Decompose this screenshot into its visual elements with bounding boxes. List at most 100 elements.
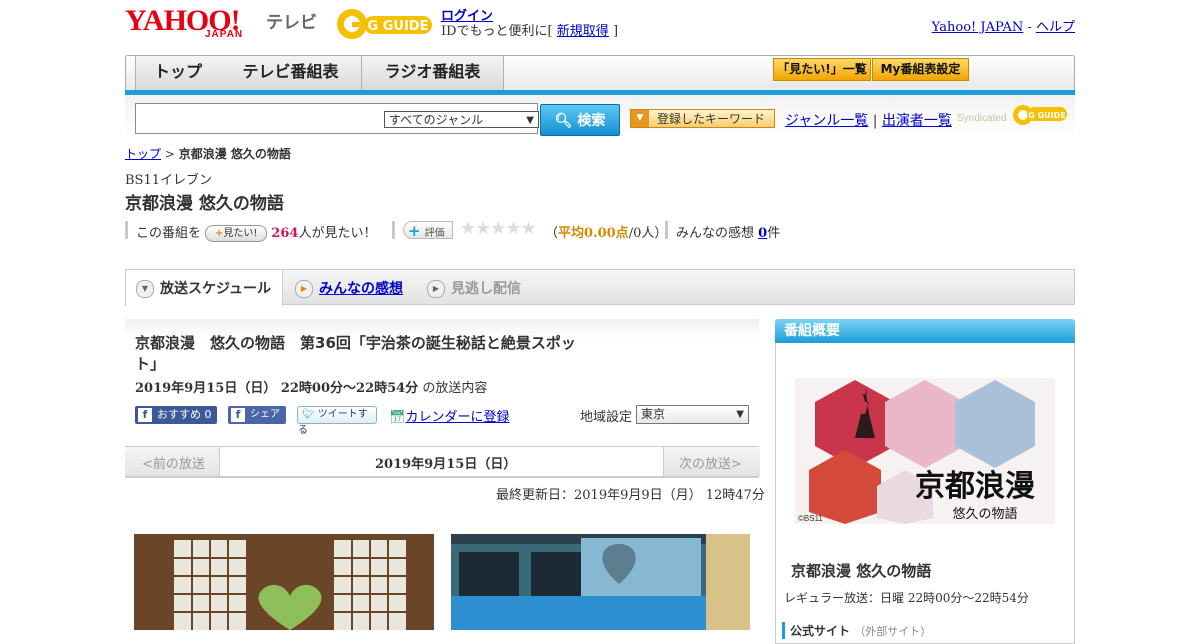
calendar-link-wrap: 📅︎カレンダーに登録 <box>389 406 510 425</box>
facebook-icon: f <box>138 408 152 422</box>
plus-icon: + <box>408 222 421 240</box>
rating-stars[interactable]: ★★★★★ <box>460 218 537 239</box>
twitter-bird-icon: 🐦︎ <box>302 409 315 420</box>
search-links-sep: | <box>872 113 878 129</box>
my-schedule-button[interactable]: My番組表設定 <box>872 58 969 81</box>
channel-name: BS11イレブン <box>125 173 213 188</box>
want-prefix: この番組を <box>136 226 202 241</box>
syndicated-text: Syndicated <box>957 113 1006 124</box>
fb-share-label: シェア <box>250 409 280 420</box>
tab-impressions[interactable]: ▶ みんなの感想 <box>295 278 403 298</box>
search-button-label: 検索 <box>577 113 606 129</box>
facebook-recommend-button[interactable]: f おすすめ 0 <box>135 406 217 424</box>
program-key-visual: 京都浪漫 悠久の物語 ©BS11 <box>795 378 1055 524</box>
header-links: Yahoo! JAPAN - ヘルプ <box>932 16 1075 35</box>
register-link[interactable]: 新規取得 <box>557 24 609 39</box>
chevron-down-icon: ▼ <box>736 409 744 420</box>
episode-datetime: 2019年9月15日（日） 22時00分～22時54分 の放送内容 <box>135 377 487 396</box>
triangle-down-icon: ▼ <box>631 110 649 127</box>
want-stats: この番組を +見たい! 264人が見たい！ <box>136 222 376 242</box>
rating-average: （平均0.00点/0人） <box>545 222 667 241</box>
genre-select[interactable]: すべてのジャンル ▼ <box>384 111 539 128</box>
next-broadcast-label[interactable]: 次の放送> <box>679 453 742 472</box>
impressions-count-link[interactable]: 0 <box>758 226 767 241</box>
header-link-sep: - <box>1027 20 1032 35</box>
stat-divider <box>125 221 128 239</box>
rating-label: 評価 <box>424 228 445 239</box>
prev-broadcast-label[interactable]: <前の放送 <box>142 453 205 472</box>
avg-open: （ <box>545 226 559 241</box>
episode-datetime-value: 2019年9月15日（日） 22時00分～22時54分 <box>135 381 419 396</box>
calendar-icon: 📅︎ <box>389 410 406 425</box>
key-visual-copyright: ©BS11 <box>798 514 823 523</box>
mitai-list-button[interactable]: 「見たい!」一覧 <box>773 58 871 81</box>
gguide-logo-text: G GUIDE <box>368 19 429 34</box>
stat-divider <box>392 221 395 239</box>
sidebar-program-title: 京都浪漫 悠久の物語 <box>791 562 932 580</box>
episode-datetime-suffix: の放送内容 <box>422 381 488 396</box>
tab-schedule[interactable]: ▼ 放送スケジュール <box>136 278 271 298</box>
tab-missed-label: 見逃し配信 <box>451 281 521 297</box>
search-button[interactable]: 🔍︎ 検索 <box>540 104 620 136</box>
avg-count: /0人） <box>628 226 668 241</box>
breadcrumb-sep: > <box>164 147 175 161</box>
rating-button[interactable]: + 評価 <box>403 221 453 240</box>
help-link[interactable]: ヘルプ <box>1036 20 1075 35</box>
breadcrumb: トップ > 京都浪漫 悠久の物語 <box>125 145 291 162</box>
chevron-down-icon: ▼ <box>526 115 534 126</box>
breadcrumb-current: 京都浪漫 悠久の物語 <box>178 147 291 161</box>
genre-list-link[interactable]: ジャンル一覧 <box>785 113 868 129</box>
want-count: 264 <box>271 226 299 241</box>
yahoo-logo-japan: JAPAN <box>205 29 244 40</box>
want-button[interactable]: +見たい! <box>205 225 268 242</box>
tweet-button[interactable]: 🐦︎ ツイートする <box>297 406 377 436</box>
registered-keywords-button[interactable]: ▼ 登録したキーワード <box>630 109 775 128</box>
nav-tab-top[interactable]: トップ <box>135 56 221 90</box>
want-button-label: 見たい! <box>223 228 258 239</box>
chevron-down-icon: ▼ <box>136 280 154 298</box>
official-site-heading: 公式サイト （外部サイト） <box>782 622 931 639</box>
play-icon: ▶ <box>295 280 313 298</box>
page-title: 京都浪漫 悠久の物語 <box>125 194 284 214</box>
key-visual-subtitle: 悠久の物語 <box>952 506 1017 522</box>
fb-recommend-label: おすすめ 0 <box>157 408 212 421</box>
nav-tab-tv-schedule[interactable]: テレビ番組表 <box>220 56 362 90</box>
episode-photo-train <box>451 534 750 630</box>
search-icon: 🔍︎ <box>554 113 573 129</box>
facebook-icon: f <box>231 408 245 422</box>
episode-title: 京都浪漫 悠久の物語 第36回「宇治茶の誕生秘話と絶景スポット」 <box>135 334 576 373</box>
yahoo-japan-link[interactable]: Yahoo! JAPAN <box>932 20 1024 35</box>
pager-date: 2019年9月15日（日） <box>375 457 517 472</box>
login-sub-suffix: ] <box>612 24 619 39</box>
external-site-note: （外部サイト） <box>854 625 932 638</box>
main-nav: トップ テレビ番組表 ラジオ番組表 「見たい!」一覧 My番組表設定 <box>125 55 1075 91</box>
syndicated-gguide-text: G GUIDE <box>1028 111 1066 120</box>
syndicated-gguide-logo: Syndicated G GUIDE <box>957 102 1072 131</box>
avg-value: 平均0.00点 <box>558 226 629 241</box>
tab-impressions-label: みんなの感想 <box>319 281 403 297</box>
cast-list-link[interactable]: 出演者一覧 <box>882 113 952 129</box>
service-name: テレビ <box>266 13 317 33</box>
sidebar-header-label: 番組概要 <box>784 323 840 339</box>
key-visual-title: 京都浪漫 <box>915 469 1035 504</box>
last-updated: 最終更新日：2019年9月9日（月） 12時47分 <box>496 488 765 503</box>
want-suffix: 人が見たい！ <box>298 226 377 241</box>
sidebar-header: 番組概要 <box>775 319 1075 343</box>
login-sub-text: IDでもっと便利に[ 新規取得 ] <box>441 20 618 39</box>
search-links: ジャンル一覧 | 出演者一覧 <box>785 110 952 130</box>
tab-missed: ▶ 見逃し配信 <box>427 278 521 298</box>
official-site-label: 公式サイト <box>790 624 851 638</box>
facebook-share-button[interactable]: f シェア <box>228 406 286 424</box>
gguide-logo: G GUIDE <box>334 5 434 41</box>
calendar-link[interactable]: カレンダーに登録 <box>406 410 510 425</box>
registered-keywords-label: 登録したキーワード <box>657 112 766 126</box>
episode-photo-window <box>134 534 434 630</box>
tab-schedule-label: 放送スケジュール <box>160 281 272 297</box>
play-icon: ▶ <box>427 280 445 298</box>
genre-selected: すべてのジャンル <box>389 113 484 127</box>
region-select[interactable]: 東京 ▼ <box>636 405 749 424</box>
login-sub-prefix: IDでもっと便利に[ <box>441 24 553 39</box>
stat-divider <box>665 221 668 239</box>
breadcrumb-home[interactable]: トップ <box>125 147 161 161</box>
nav-tab-radio-schedule[interactable]: ラジオ番組表 <box>362 56 504 90</box>
